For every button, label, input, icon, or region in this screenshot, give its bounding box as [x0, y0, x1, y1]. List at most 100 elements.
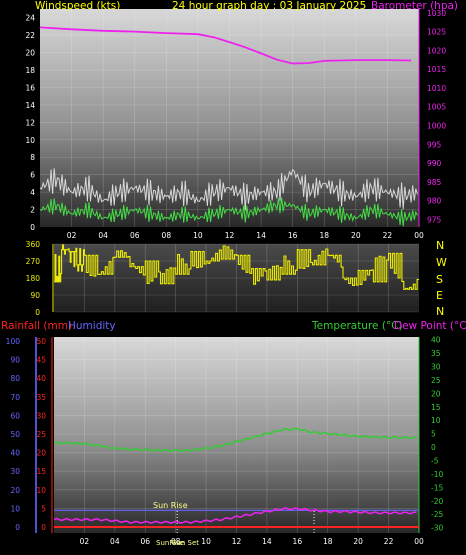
humidity-y-tick-label: 40 — [10, 449, 20, 458]
humidity-y-tick-label: 10 — [10, 504, 20, 513]
x-tick-label: 06 — [140, 537, 150, 546]
temperature-y-tick-label: -10 — [431, 470, 443, 479]
compass-letter-s: S — [436, 273, 443, 286]
barometer-y-tick-label: 995 — [427, 140, 442, 149]
rainfall-y-tick-label: 45 — [36, 356, 46, 365]
x-tick-label: 04 — [110, 537, 120, 546]
wind-y-tick-label: 22 — [25, 31, 35, 40]
barometer-y-tick-label: 1010 — [427, 84, 446, 93]
temperature-y-tick-label: 5 — [431, 430, 436, 439]
wind-y-tick-label: 10 — [25, 136, 35, 145]
rainfall-y-tick-label: 30 — [36, 411, 46, 420]
humidity-y-tick-label: 70 — [10, 393, 20, 402]
temperature-y-tick-label: 15 — [431, 403, 441, 412]
wind-y-tick-label: 8 — [30, 153, 35, 162]
x-tick-label: 18 — [323, 537, 333, 546]
direction-y-tick-label: 360 — [26, 240, 41, 249]
humidity-axis-label: Humidity — [68, 320, 116, 332]
direction-y-tick-label: 0 — [35, 308, 40, 317]
x-tick-label: 22 — [383, 231, 393, 240]
humidity-y-tick-label: 0 — [15, 523, 20, 532]
x-tick-label: 14 — [262, 537, 272, 546]
compass-letter-e: E — [436, 289, 443, 302]
x-tick-label: 00 — [414, 537, 424, 546]
x-tick-label: 12 — [225, 231, 235, 240]
rainfall-y-tick-label: 25 — [36, 430, 46, 439]
temperature-y-tick-label: -5 — [431, 457, 439, 466]
x-tick-label: 02 — [80, 537, 90, 546]
temperature-y-tick-label: 20 — [431, 389, 441, 398]
wind-y-tick-label: 18 — [25, 66, 35, 75]
direction-y-tick-label: 180 — [26, 274, 41, 283]
compass-letter-n-top: N — [436, 239, 445, 252]
dewpoint-axis-label: Dew Point (°C) — [394, 320, 466, 332]
barometer-y-tick-label: 1005 — [427, 103, 446, 112]
temperature-y-tick-label: 10 — [431, 416, 441, 425]
temperature-y-tick-label: -25 — [431, 510, 443, 519]
barometer-y-tick-label: 975 — [427, 215, 442, 224]
temperature-y-tick-label: -15 — [431, 483, 443, 492]
rainfall-y-tick-label: 0 — [41, 523, 46, 532]
x-tick-label: 16 — [288, 231, 298, 240]
direction-y-tick-label: 270 — [26, 257, 41, 266]
rainfall-y-tick-label: 40 — [36, 374, 46, 383]
barometer-y-tick-label: 980 — [427, 197, 442, 206]
sunset-bottom-label: Sun Set — [172, 539, 200, 547]
compass-letter-n-bottom: N — [436, 305, 445, 318]
wind-y-tick-label: 12 — [25, 118, 35, 127]
wind-y-tick-label: 0 — [30, 223, 35, 232]
barometer-y-tick-label: 990 — [427, 159, 442, 168]
x-tick-label: 18 — [319, 231, 329, 240]
wind-y-tick-label: 20 — [25, 49, 35, 58]
wind-y-tick-label: 6 — [30, 171, 35, 180]
temperature-y-tick-label: -20 — [431, 497, 443, 506]
wind-y-tick-label: 24 — [25, 14, 35, 23]
rainfall-y-tick-label: 10 — [36, 486, 46, 495]
x-tick-label: 10 — [201, 537, 211, 546]
humidity-y-tick-label: 20 — [10, 486, 20, 495]
temperature-y-tick-label: 35 — [431, 349, 441, 358]
humidity-y-tick-label: 30 — [10, 467, 20, 476]
barometer-y-tick-label: 1015 — [427, 65, 446, 74]
x-tick-label: 08 — [162, 231, 172, 240]
rainfall-axis-label: Rainfall (mm) — [1, 320, 73, 332]
rainfall-y-tick-label: 35 — [36, 393, 46, 402]
humidity-y-tick-label: 80 — [10, 374, 20, 383]
barometer-y-tick-label: 1020 — [427, 46, 446, 55]
barometer-y-tick-label: 1000 — [427, 122, 446, 131]
barometer-y-tick-label: 985 — [427, 178, 442, 187]
wind-y-tick-label: 4 — [30, 188, 35, 197]
barometer-y-tick-label: 1025 — [427, 28, 446, 37]
rainfall-y-tick-label: 5 — [41, 504, 46, 513]
compass-letter-w: W — [436, 256, 447, 269]
direction-y-tick-label: 90 — [30, 291, 40, 300]
x-tick-label: 20 — [351, 231, 361, 240]
temperature-y-tick-label: 40 — [431, 336, 441, 345]
x-tick-label: 00 — [414, 231, 424, 240]
rainfall-y-tick-label: 15 — [36, 467, 46, 476]
temperature-y-tick-label: 30 — [431, 363, 441, 372]
x-tick-label: 20 — [353, 537, 363, 546]
x-tick-label: 12 — [232, 537, 242, 546]
x-tick-label: 14 — [256, 231, 266, 240]
wind-y-tick-label: 14 — [25, 101, 35, 110]
rainfall-y-tick-label: 20 — [36, 449, 46, 458]
temperature-y-tick-label: 25 — [431, 376, 441, 385]
x-tick-label: 06 — [130, 231, 140, 240]
x-tick-label: 16 — [293, 537, 303, 546]
temperature-y-tick-label: -30 — [431, 524, 443, 533]
weather-graph-page: 0 2 4 6 8 10 12 14 16 18 20 22 24 975 980 985 990 995 1000… — [0, 0, 466, 555]
x-tick-label: 22 — [384, 537, 394, 546]
barometer-axis-label: Barometer (hpa) — [371, 0, 459, 12]
x-tick-label: 10 — [193, 231, 203, 240]
x-tick-label: 02 — [67, 231, 77, 240]
windspeed-axis-label: Windspeed (kts) — [35, 0, 121, 12]
x-tick-label: 04 — [98, 231, 108, 240]
chart-title: 24 hour graph day : 03 January 2025 — [172, 0, 367, 12]
temperature-axis-label: Temperature (°C) — [312, 320, 403, 332]
humidity-y-tick-label: 60 — [10, 411, 20, 420]
wind-y-tick-label: 2 — [30, 206, 35, 215]
humidity-y-tick-label: 50 — [10, 430, 20, 439]
rainfall-y-tick-label: 50 — [36, 337, 46, 346]
weather-charts: 0246810121416182022249759809859909951000… — [6, 9, 447, 546]
